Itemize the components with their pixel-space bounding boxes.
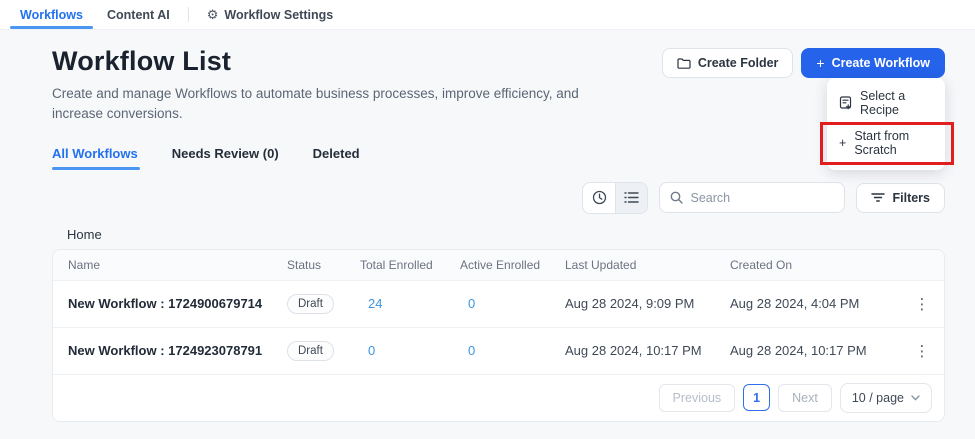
- tab-label: All Workflows: [52, 146, 138, 161]
- header-actions: Create Folder + Create Workflow: [662, 48, 945, 78]
- nav-tab-workflow-settings[interactable]: ⚙ Workflow Settings: [195, 0, 345, 29]
- filters-button[interactable]: Filters: [856, 183, 945, 213]
- plus-icon: +: [839, 136, 846, 150]
- clock-icon: [592, 190, 607, 205]
- menu-item-label: Select a Recipe: [860, 89, 933, 117]
- page-subtitle: Create and manage Workflows to automate …: [52, 84, 597, 125]
- nav-tab-label: Workflow Settings: [224, 8, 333, 22]
- pagination-bar: Previous 1 Next 10 / page: [53, 375, 944, 421]
- last-updated-value: Aug 28 2024, 10:17 PM: [565, 343, 730, 358]
- page-size-select[interactable]: 10 / page: [840, 383, 932, 413]
- active-enrolled-link[interactable]: 0: [460, 296, 565, 311]
- create-folder-label: Create Folder: [698, 56, 779, 70]
- filters-label: Filters: [892, 191, 930, 205]
- table-header-row: Name Status Total Enrolled Active Enroll…: [53, 250, 944, 281]
- view-toggle: [582, 182, 648, 214]
- menu-item-start-from-scratch[interactable]: + Start from Scratch: [827, 123, 945, 163]
- row-actions-kebab-icon[interactable]: ⋮: [909, 293, 936, 315]
- created-on-value: Aug 28 2024, 4:04 PM: [730, 296, 900, 311]
- top-navigation: Workflows Content AI ⚙ Workflow Settings: [0, 0, 975, 30]
- column-header-last-updated: Last Updated: [565, 258, 730, 272]
- page-size-label: 10 / page: [852, 391, 904, 405]
- tab-all-workflows[interactable]: All Workflows: [52, 146, 138, 170]
- created-on-value: Aug 28 2024, 10:17 PM: [730, 343, 900, 358]
- create-workflow-label: Create Workflow: [832, 56, 930, 70]
- breadcrumb[interactable]: Home: [52, 227, 945, 242]
- last-updated-value: Aug 28 2024, 9:09 PM: [565, 296, 730, 311]
- nav-divider: [188, 7, 189, 22]
- page-title: Workflow List: [52, 46, 597, 77]
- previous-page-button[interactable]: Previous: [659, 384, 736, 412]
- gear-icon: ⚙: [207, 8, 219, 21]
- create-folder-button[interactable]: Create Folder: [662, 48, 794, 78]
- filter-icon: [871, 192, 885, 203]
- tab-needs-review[interactable]: Needs Review (0): [172, 146, 279, 170]
- table-row: New Workflow : 1724923078791 Draft 0 0 A…: [53, 328, 944, 375]
- row-actions-kebab-icon[interactable]: ⋮: [909, 340, 936, 362]
- nav-tab-label: Workflows: [20, 8, 83, 22]
- chevron-down-icon: [911, 395, 920, 401]
- total-enrolled-link[interactable]: 24: [360, 296, 460, 311]
- history-view-button[interactable]: [583, 183, 615, 213]
- tab-deleted[interactable]: Deleted: [313, 146, 360, 170]
- nav-tab-label: Content AI: [107, 8, 170, 22]
- active-enrolled-link[interactable]: 0: [460, 343, 565, 358]
- title-block: Workflow List Create and manage Workflow…: [52, 46, 597, 125]
- status-badge: Draft: [287, 341, 334, 361]
- search-box: [659, 182, 845, 213]
- workflow-name-link[interactable]: New Workflow : 1724900679714: [68, 296, 287, 311]
- create-workflow-dropdown: Select a Recipe + Start from Scratch: [827, 78, 945, 170]
- workflow-table-card: Name Status Total Enrolled Active Enroll…: [52, 249, 945, 422]
- status-badge: Draft: [287, 294, 334, 314]
- nav-tab-workflows[interactable]: Workflows: [8, 0, 95, 29]
- column-header-created-on: Created On: [730, 258, 900, 272]
- page-number-button[interactable]: 1: [743, 384, 770, 411]
- list-icon: [624, 191, 639, 204]
- column-header-status: Status: [287, 258, 360, 272]
- page-header: Workflow List Create and manage Workflow…: [52, 46, 945, 125]
- search-input[interactable]: [690, 191, 851, 205]
- tab-label: Deleted: [313, 146, 360, 161]
- column-header-total-enrolled: Total Enrolled: [360, 258, 460, 272]
- create-workflow-button[interactable]: + Create Workflow: [801, 48, 945, 78]
- folder-icon: [677, 57, 691, 70]
- next-page-button[interactable]: Next: [778, 384, 832, 412]
- nav-tab-content-ai[interactable]: Content AI: [95, 0, 182, 29]
- workflow-tabs: All Workflows Needs Review (0) Deleted: [52, 146, 945, 170]
- total-enrolled-link[interactable]: 0: [360, 343, 460, 358]
- recipe-icon: [839, 96, 852, 110]
- list-view-button[interactable]: [615, 183, 647, 213]
- column-header-name: Name: [68, 258, 287, 272]
- tab-label: Needs Review (0): [172, 146, 279, 161]
- menu-item-label: Start from Scratch: [854, 129, 933, 157]
- list-toolbar: Filters: [52, 182, 945, 214]
- menu-item-select-a-recipe[interactable]: Select a Recipe: [827, 83, 945, 123]
- workflow-name-link[interactable]: New Workflow : 1724923078791: [68, 343, 287, 358]
- column-header-active-enrolled: Active Enrolled: [460, 258, 565, 272]
- table-row: New Workflow : 1724900679714 Draft 24 0 …: [53, 281, 944, 328]
- search-icon: [670, 191, 683, 204]
- plus-icon: +: [816, 56, 824, 70]
